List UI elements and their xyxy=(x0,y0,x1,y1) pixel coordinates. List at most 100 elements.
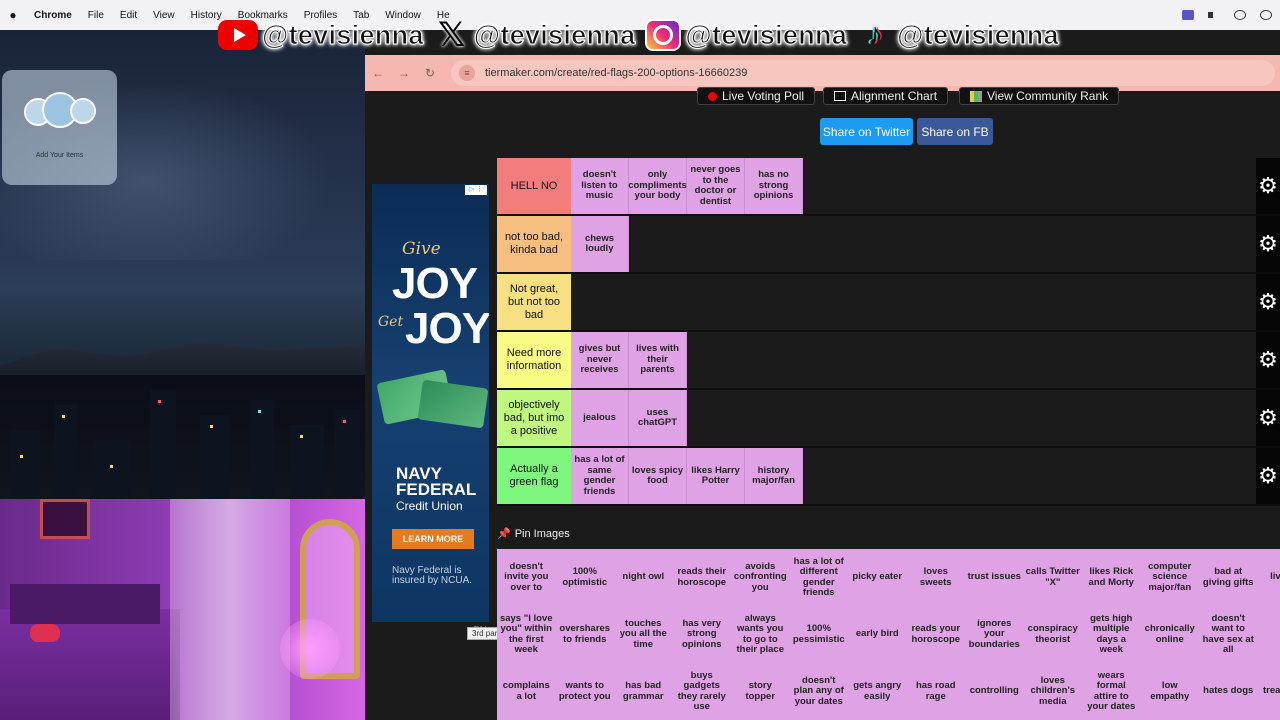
tier-item[interactable]: uses chatGPT xyxy=(629,390,687,446)
share-fb-button[interactable]: Share on FB xyxy=(917,118,993,145)
pool-item[interactable]: buys gadgets they rarely use xyxy=(672,663,731,720)
tier-label[interactable]: HELL NO xyxy=(497,158,571,214)
menu-view[interactable]: View xyxy=(145,10,183,21)
tier-label[interactable]: Actually a green flag xyxy=(497,448,571,504)
url-field[interactable]: ≡ tiermaker.com/create/red-flags-200-opt… xyxy=(451,60,1275,86)
tier-label[interactable]: not too bad, kinda bad xyxy=(497,216,571,272)
tier-item[interactable]: history major/fan xyxy=(745,448,803,504)
pin-images-toggle[interactable]: 📌 Pin Images xyxy=(497,527,570,541)
building xyxy=(335,410,360,500)
gear-icon[interactable]: ⚙ xyxy=(1256,390,1280,446)
pool-item[interactable]: story topper xyxy=(731,663,790,720)
share-twitter-button[interactable]: Share on Twitter xyxy=(820,118,913,145)
pool-item[interactable]: low empathy xyxy=(1140,663,1199,720)
pool-item[interactable]: live frie xyxy=(1257,549,1280,606)
ad-fine-print: Navy Federal is insured by NCUA. xyxy=(392,565,473,586)
pin-icon: 📌 xyxy=(497,528,511,540)
pool-item[interactable]: overshares to friends xyxy=(555,606,614,663)
pool-item[interactable]: has road rage xyxy=(906,663,965,720)
city-light xyxy=(158,400,161,403)
menu-app-chrome[interactable]: Chrome xyxy=(26,10,80,21)
tier-item[interactable]: has no strong opinions xyxy=(745,158,803,214)
gear-icon[interactable]: ⚙ xyxy=(1256,216,1280,272)
gear-icon[interactable]: ⚙ xyxy=(1256,158,1280,214)
pool-item[interactable]: likes Rick and Morty xyxy=(1082,549,1141,606)
pool-item[interactable]: bad at giving gifts xyxy=(1199,549,1258,606)
menu-edit[interactable]: Edit xyxy=(112,10,145,21)
pool-item[interactable]: hates dogs xyxy=(1199,663,1258,720)
community-rank-button[interactable]: View Community Rank xyxy=(959,87,1120,105)
pool-item[interactable]: 100% optimistic xyxy=(555,549,614,606)
alignment-chart-button[interactable]: Alignment Chart xyxy=(823,87,949,105)
pool-item[interactable]: ba xyxy=(1257,606,1280,663)
control-center-icon[interactable] xyxy=(1260,10,1272,20)
tier-item[interactable]: chews loudly xyxy=(571,216,629,272)
pool-item[interactable]: ignores your boundaries xyxy=(965,606,1024,663)
pool-item[interactable]: loves children's media xyxy=(1023,663,1082,720)
pool-item[interactable]: chronically online xyxy=(1140,606,1199,663)
learn-more-button[interactable]: LEARN MORE xyxy=(392,529,474,549)
tier-label[interactable]: objectively bad, but imo a positive xyxy=(497,390,571,446)
back-icon[interactable]: ← xyxy=(365,66,391,80)
pool-item[interactable]: says "I love you" within the first week xyxy=(497,606,556,663)
pool-item[interactable]: trea like th xyxy=(1257,663,1280,720)
pool-item[interactable]: complains a lot xyxy=(497,663,556,720)
pool-item[interactable]: gets angry easily xyxy=(848,663,907,720)
tier-item[interactable]: jealous xyxy=(571,390,629,446)
pool-item[interactable]: gets high multiple days a week xyxy=(1082,606,1141,663)
gear-icon[interactable]: ⚙ xyxy=(1256,332,1280,388)
now-playing-icon[interactable] xyxy=(1234,10,1246,20)
tier-label[interactable]: Need more information xyxy=(497,332,571,388)
navy-federal-ad[interactable]: ▷ ⋮ Give JOY JOY Get NAVY FEDERAL Credit… xyxy=(372,184,489,622)
photos-widget[interactable]: Add Your Items xyxy=(2,70,117,185)
tier-item[interactable]: never goes to the doctor or dentist xyxy=(687,158,745,214)
pool-item[interactable]: computer science major/fan xyxy=(1140,549,1199,606)
pool-item[interactable]: night owl xyxy=(614,549,673,606)
instagram-handle: @tevisienna xyxy=(685,19,848,50)
pool-item[interactable]: doesn't plan any of your dates xyxy=(789,663,848,720)
pool-item[interactable]: wears formal attire to your dates xyxy=(1082,663,1141,720)
tier-item[interactable]: has a lot of same gender friends xyxy=(571,448,629,504)
address-bar-row: ← → ↻ ≡ tiermaker.com/create/red-flags-2… xyxy=(365,55,1280,91)
pool-item[interactable]: avoids confronting you xyxy=(731,549,790,606)
volume-icon[interactable] xyxy=(1208,10,1220,20)
widget-icons xyxy=(24,92,96,132)
tier-item[interactable]: likes Harry Potter xyxy=(687,448,745,504)
pool-item[interactable]: controlling xyxy=(965,663,1024,720)
webcam-curtain-lights xyxy=(170,499,290,720)
tier-item[interactable]: gives but never receives xyxy=(571,332,629,388)
pool-item[interactable]: picky eater xyxy=(848,549,907,606)
tier-label[interactable]: Not great, but not too bad xyxy=(497,274,571,330)
pool-item[interactable]: trust issues xyxy=(965,549,1024,606)
live-voting-button[interactable]: Live Voting Poll xyxy=(697,87,816,105)
gear-icon[interactable]: ⚙ xyxy=(1256,448,1280,504)
tier-item[interactable]: loves spicy food xyxy=(629,448,687,504)
pool-item[interactable]: has bad grammar xyxy=(614,663,673,720)
adchoices-icon[interactable]: ▷ ⋮ xyxy=(465,185,487,195)
gear-icon[interactable]: ⚙ xyxy=(1256,274,1280,330)
pool-item[interactable]: doesn't want to have sex at all xyxy=(1199,606,1258,663)
tier-item[interactable]: doesn't listen to music xyxy=(571,158,629,214)
pool-item[interactable]: reads their horoscope xyxy=(672,549,731,606)
pool-item[interactable]: reads your horoscope xyxy=(906,606,965,663)
pool-item[interactable]: has very strong opinions xyxy=(672,606,731,663)
reload-icon[interactable]: ↻ xyxy=(417,66,443,80)
tier-item[interactable]: only compliments your body xyxy=(628,158,687,214)
menu-file[interactable]: File xyxy=(80,10,112,21)
pool-item[interactable]: calls Twitter "X" xyxy=(1023,549,1082,606)
pool-item[interactable]: conspiracy theorist xyxy=(1023,606,1082,663)
screen-mirror-icon[interactable] xyxy=(1182,10,1194,20)
pool-item[interactable]: always wants you to go to their place xyxy=(731,606,790,663)
pool-item[interactable]: loves sweets xyxy=(906,549,965,606)
pool-item[interactable]: has a lot of different gender friends xyxy=(789,549,848,606)
forward-icon[interactable]: → xyxy=(391,66,417,80)
pool-item[interactable]: doesn't invite you over to xyxy=(497,549,556,606)
site-info-icon[interactable]: ≡ xyxy=(459,65,475,81)
pool-item[interactable]: touches you all the time xyxy=(614,606,673,663)
pool-item[interactable]: wants to protect you xyxy=(555,663,614,720)
pool-item[interactable]: early bird xyxy=(848,606,907,663)
pool-item[interactable]: 100% pessimistic xyxy=(789,606,848,663)
tier-item[interactable]: lives with their parents xyxy=(629,332,687,388)
city-light xyxy=(110,465,113,468)
apple-menu-icon[interactable]: ● xyxy=(0,8,26,22)
